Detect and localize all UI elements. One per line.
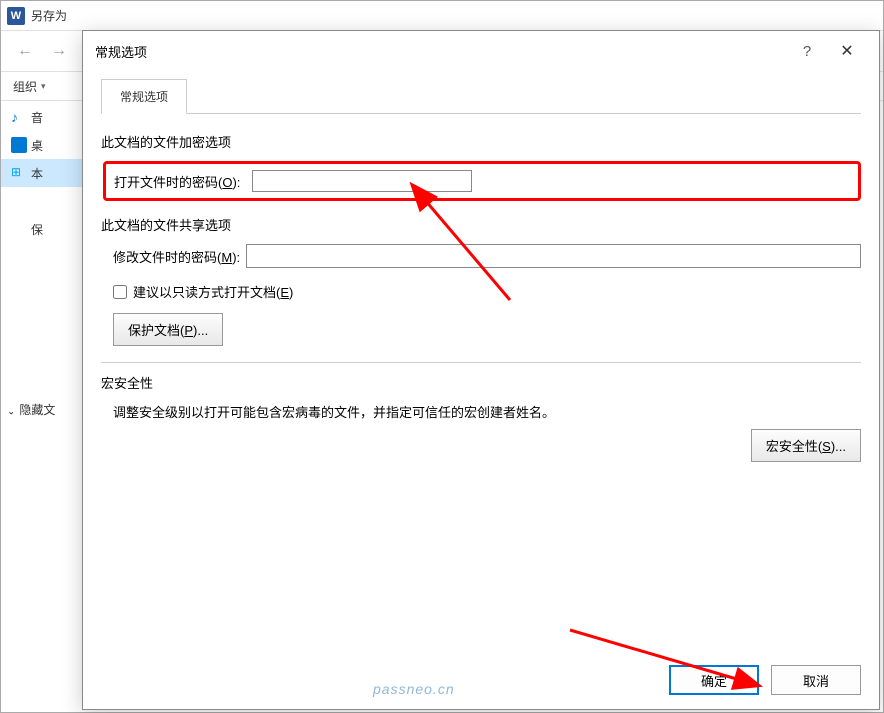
close-button[interactable]: ✕ bbox=[827, 41, 867, 61]
back-arrow-icon[interactable]: ← bbox=[13, 39, 37, 63]
open-password-highlight: 打开文件时的密码(O): bbox=[103, 161, 861, 201]
bg-titlebar: W 另存为 bbox=[1, 1, 883, 31]
general-options-dialog: 常规选项 ? ✕ 常规选项 此文档的文件加密选项 打开文件时的密码(O): 此文… bbox=[82, 30, 880, 710]
forward-arrow-icon: → bbox=[47, 39, 71, 63]
desktop-icon bbox=[11, 137, 27, 153]
section-macro-label: 宏安全性 bbox=[101, 373, 861, 392]
section-encrypt-label: 此文档的文件加密选项 bbox=[101, 132, 861, 151]
divider bbox=[101, 362, 861, 363]
ok-button[interactable]: 确定 bbox=[669, 665, 759, 695]
help-button[interactable]: ? bbox=[787, 43, 827, 60]
music-icon bbox=[11, 109, 27, 125]
macro-description: 调整安全级别以打开可能包含宏病毒的文件，并指定可信任的宏创建者姓名。 bbox=[101, 402, 861, 421]
macro-security-button[interactable]: 宏安全性(S)... bbox=[751, 429, 861, 462]
readonly-checkbox[interactable] bbox=[113, 285, 127, 299]
cancel-button[interactable]: 取消 bbox=[771, 665, 861, 695]
modify-password-label: 修改文件时的密码(M): bbox=[113, 247, 240, 266]
open-password-input[interactable] bbox=[252, 170, 472, 192]
sidebar-item-pc[interactable]: 本 bbox=[1, 159, 86, 187]
sidebar-item-save[interactable]: 保 bbox=[1, 215, 86, 243]
pc-icon bbox=[11, 165, 27, 181]
protect-document-button[interactable]: 保护文档(P)... bbox=[113, 313, 223, 346]
readonly-row: 建议以只读方式打开文档(E) bbox=[113, 282, 861, 301]
dialog-title: 常规选项 bbox=[95, 42, 787, 61]
word-icon: W bbox=[7, 7, 25, 25]
organize-menu[interactable]: 组织 bbox=[13, 78, 46, 95]
dialog-footer: 确定 取消 bbox=[669, 665, 861, 695]
dialog-body: 常规选项 此文档的文件加密选项 打开文件时的密码(O): 此文档的文件共享选项 … bbox=[83, 71, 879, 470]
tab-row: 常规选项 bbox=[101, 79, 861, 114]
modify-password-input[interactable] bbox=[246, 244, 861, 268]
readonly-label: 建议以只读方式打开文档(E) bbox=[133, 282, 293, 301]
watermark: passneo.cn bbox=[373, 681, 455, 697]
protect-row: 保护文档(P)... bbox=[101, 313, 861, 346]
open-password-label: 打开文件时的密码(O): bbox=[114, 172, 240, 191]
hide-folders[interactable]: 隐藏文 bbox=[7, 401, 55, 418]
section-share-label: 此文档的文件共享选项 bbox=[101, 215, 861, 234]
sidebar-item-desktop[interactable]: 桌 bbox=[1, 131, 86, 159]
modify-password-row: 修改文件时的密码(M): bbox=[101, 244, 861, 268]
tab-general[interactable]: 常规选项 bbox=[101, 79, 187, 114]
dialog-titlebar: 常规选项 ? ✕ bbox=[83, 31, 879, 71]
bg-sidebar: 音 桌 本 保 bbox=[1, 103, 86, 243]
macro-button-row: 宏安全性(S)... bbox=[101, 429, 861, 462]
bg-title: 另存为 bbox=[31, 7, 67, 24]
sidebar-item-music[interactable]: 音 bbox=[1, 103, 86, 131]
